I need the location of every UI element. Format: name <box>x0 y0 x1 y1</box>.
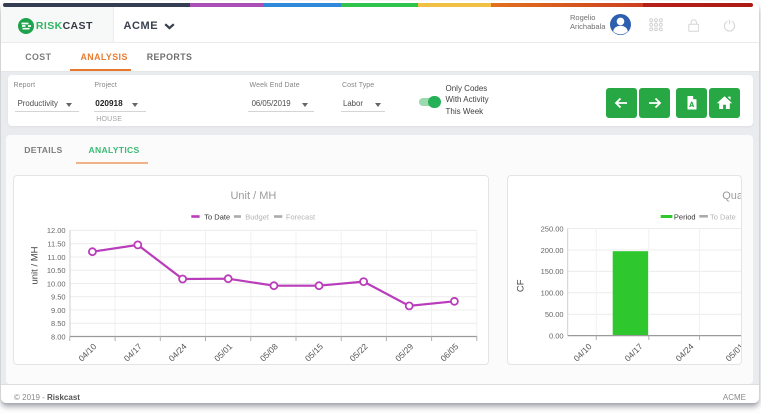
svg-text:04/10: 04/10 <box>76 341 98 363</box>
svg-text:9.00: 9.00 <box>51 306 66 315</box>
svg-text:05/08: 05/08 <box>258 341 280 363</box>
svg-text:9.50: 9.50 <box>51 293 66 302</box>
svg-text:8.50: 8.50 <box>51 319 66 328</box>
svg-text:10.50: 10.50 <box>47 266 66 275</box>
svg-text:05/15: 05/15 <box>303 341 325 363</box>
svg-text:10.00: 10.00 <box>47 279 66 288</box>
svg-text:CF: CF <box>516 279 527 292</box>
svg-text:To Date: To Date <box>710 212 736 221</box>
svg-text:04/17: 04/17 <box>623 341 645 363</box>
svg-text:11.50: 11.50 <box>47 240 65 249</box>
svg-text:11.00: 11.00 <box>47 253 65 262</box>
svg-text:05/01: 05/01 <box>212 341 234 363</box>
svg-text:unit / MH: unit / MH <box>29 246 40 284</box>
svg-text:Budget: Budget <box>245 212 270 221</box>
svg-text:200.00: 200.00 <box>541 246 564 255</box>
svg-text:50.00: 50.00 <box>545 310 564 319</box>
svg-text:05/29: 05/29 <box>393 341 415 363</box>
svg-text:100.00: 100.00 <box>541 289 564 298</box>
svg-text:8.00: 8.00 <box>51 332 66 341</box>
svg-text:150.00: 150.00 <box>541 267 564 276</box>
svg-text:250.00: 250.00 <box>541 224 564 233</box>
svg-text:Quantities: Quantities <box>722 190 741 202</box>
svg-text:To Date: To Date <box>204 212 230 221</box>
svg-text:04/24: 04/24 <box>166 341 188 363</box>
svg-text:Forecast: Forecast <box>286 212 316 221</box>
svg-text:06/05: 06/05 <box>438 341 460 363</box>
svg-text:0.00: 0.00 <box>549 331 564 340</box>
svg-text:Period: Period <box>674 212 696 221</box>
svg-text:04/17: 04/17 <box>122 341 144 363</box>
svg-text:Unit / MH: Unit / MH <box>230 190 276 202</box>
svg-text:04/24: 04/24 <box>674 341 696 363</box>
svg-text:05/01: 05/01 <box>724 341 742 363</box>
svg-text:05/22: 05/22 <box>347 341 369 363</box>
svg-text:12.00: 12.00 <box>47 226 66 235</box>
svg-text:04/10: 04/10 <box>572 341 594 363</box>
